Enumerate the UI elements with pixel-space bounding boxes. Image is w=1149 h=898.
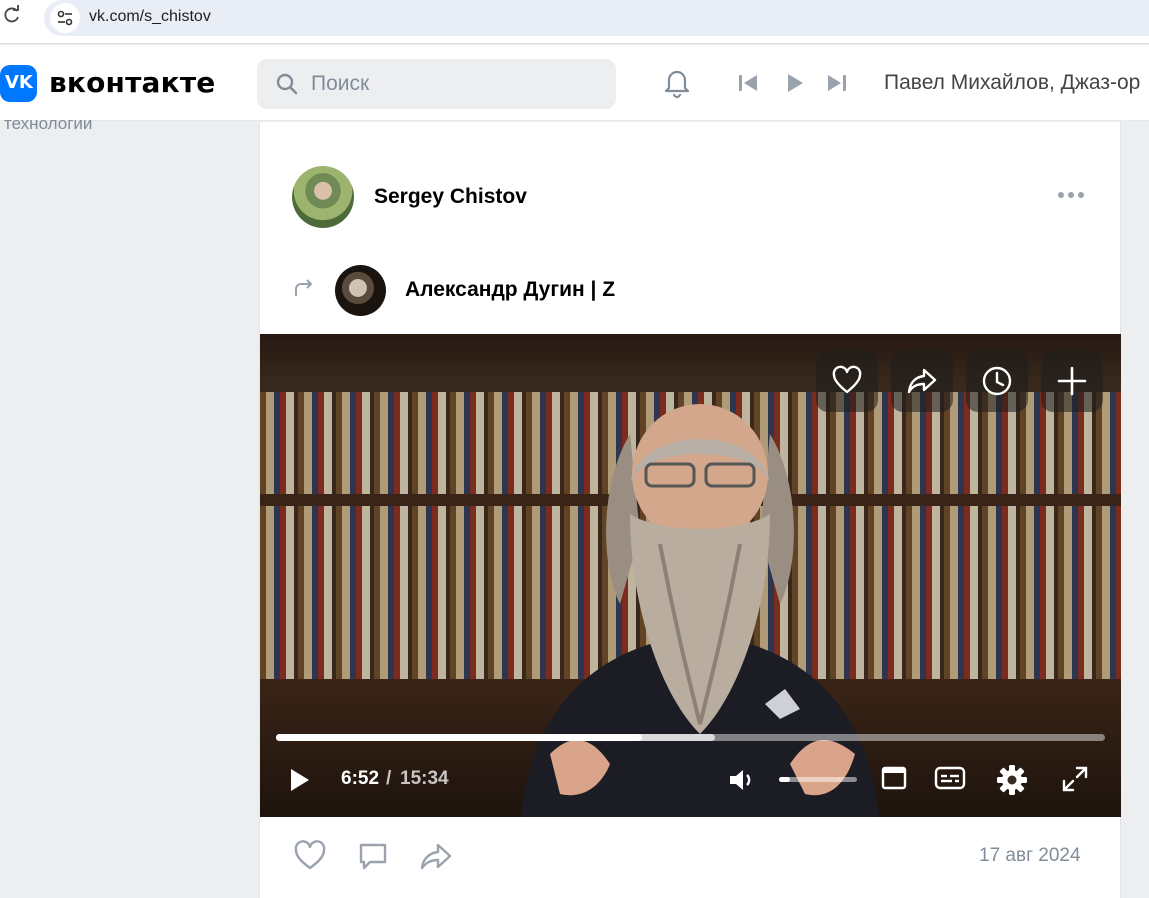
search-input[interactable] xyxy=(311,69,601,99)
play-icon[interactable] xyxy=(288,767,312,793)
search-box[interactable] xyxy=(257,59,616,109)
play-track-icon[interactable] xyxy=(785,73,805,93)
share-icon[interactable] xyxy=(419,840,453,872)
watch-later-button[interactable] xyxy=(966,350,1028,412)
search-icon xyxy=(276,73,298,95)
repost-icon xyxy=(295,279,313,296)
share-icon xyxy=(907,368,937,394)
video-progress-fill xyxy=(276,734,642,741)
avatar[interactable] xyxy=(292,166,354,228)
previous-track-icon[interactable] xyxy=(737,73,759,93)
reload-icon[interactable] xyxy=(2,5,22,25)
fullscreen-icon[interactable] xyxy=(1060,764,1090,794)
sidebar-item-technologies[interactable]: технологии xyxy=(4,114,92,134)
more-icon[interactable] xyxy=(1056,188,1086,202)
like-icon xyxy=(832,365,862,394)
subtitles-icon[interactable] xyxy=(934,764,966,792)
now-playing-title[interactable]: Павел Михайлов, Джаз-ор xyxy=(884,71,1140,95)
time-separator: / xyxy=(386,768,392,789)
post-date[interactable]: 17 авг 2024 xyxy=(979,845,1081,867)
watch-later-icon xyxy=(982,366,1012,396)
repost-source-avatar[interactable] xyxy=(335,265,386,316)
miniplayer-icon[interactable] xyxy=(880,764,908,792)
video-player[interactable]: 6:52 / 15:34 xyxy=(260,334,1121,817)
browser-address-bar: vk.com/s_chistov xyxy=(0,0,1149,44)
add-icon xyxy=(1057,366,1087,396)
site-header: VK вконтакте Павел Михайлов, Джаз-ор xyxy=(0,45,1149,121)
vk-wordmark[interactable]: вконтакте xyxy=(49,66,215,99)
volume-slider[interactable] xyxy=(779,777,857,782)
next-track-icon[interactable] xyxy=(826,73,848,93)
video-progress-bar[interactable] xyxy=(276,734,1105,741)
bell-icon[interactable] xyxy=(660,65,694,99)
volume-icon[interactable] xyxy=(727,766,757,794)
current-time: 6:52 xyxy=(341,768,380,789)
url-field[interactable]: vk.com/s_chistov xyxy=(44,0,1149,36)
like-icon[interactable] xyxy=(293,840,327,872)
like-video-button[interactable] xyxy=(816,350,878,412)
post-author[interactable]: Sergey Chistov xyxy=(374,185,527,209)
video-duration: 15:34 xyxy=(400,768,449,789)
wall-post: Sergey Chistov Александр Дугин | Z 6:52 … xyxy=(259,122,1121,898)
site-info-icon xyxy=(57,10,73,26)
add-video-button[interactable] xyxy=(1041,350,1103,412)
volume-level xyxy=(779,777,790,782)
url-text: vk.com/s_chistov xyxy=(89,8,211,25)
settings-icon[interactable] xyxy=(996,764,1028,796)
site-info-button[interactable] xyxy=(50,3,80,33)
video-speaker-image xyxy=(520,404,880,817)
comment-icon[interactable] xyxy=(357,840,389,872)
repost-source-name[interactable]: Александр Дугин | Z xyxy=(405,278,615,302)
share-video-button[interactable] xyxy=(891,350,953,412)
vk-logo-icon[interactable]: VK xyxy=(0,65,37,102)
